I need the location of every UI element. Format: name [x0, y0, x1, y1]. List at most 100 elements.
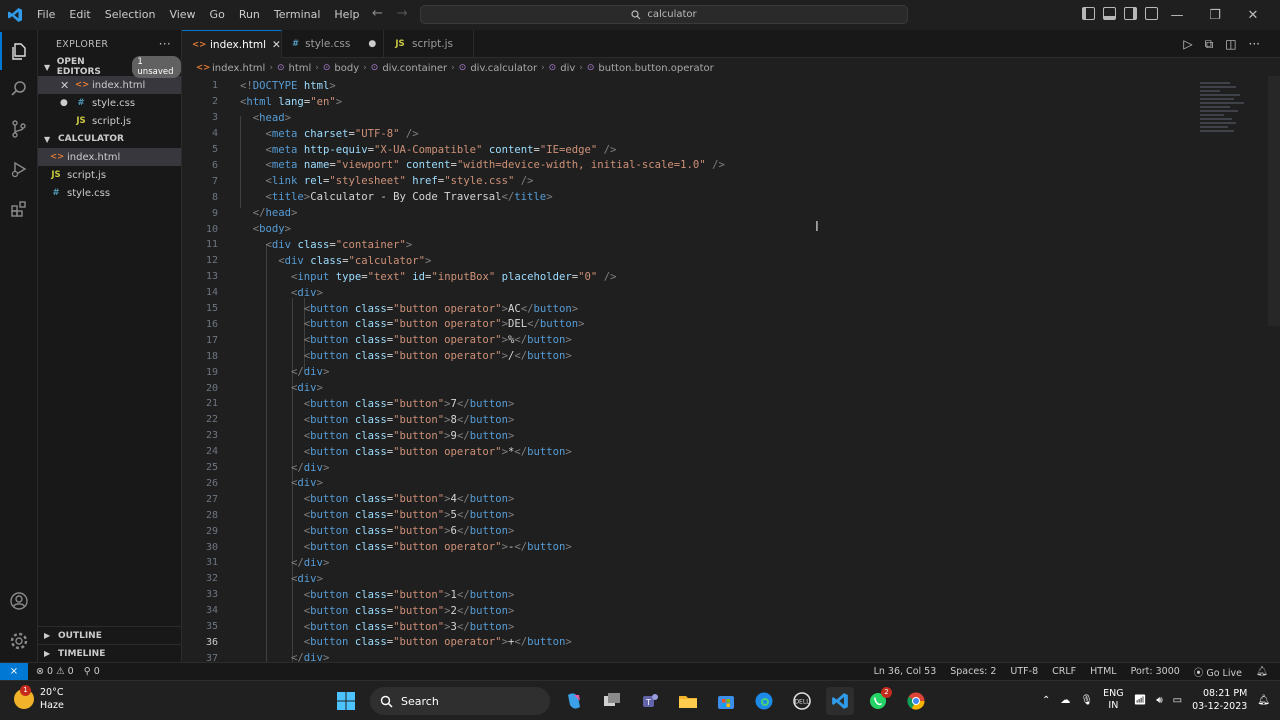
onedrive-cloud-icon[interactable]: ☁: [1060, 695, 1070, 706]
task-view-icon[interactable]: [598, 687, 626, 715]
code-line[interactable]: 23 <button class="button">9</button>: [182, 428, 1182, 444]
file-explorer-icon[interactable]: [674, 687, 702, 715]
notifications-bell-icon[interactable]: 🔔︎: [1256, 666, 1268, 677]
wifi-icon[interactable]: 📶︎: [1134, 695, 1147, 706]
code-line[interactable]: 5 <meta http-equiv="X-UA-Compatible" con…: [182, 142, 1182, 158]
code-line[interactable]: 6 <meta name="viewport" content="width=d…: [182, 158, 1182, 174]
chevron-up-icon[interactable]: ⌃: [1042, 695, 1050, 706]
breadcrumb-item[interactable]: div: [560, 63, 575, 74]
code-line[interactable]: 9 </head>: [182, 205, 1182, 221]
open-editor-script-js[interactable]: JS script.js: [38, 112, 181, 130]
code-line[interactable]: 2 <html lang="en">: [182, 94, 1182, 110]
code-line[interactable]: 29 <button class="button">6</button>: [182, 523, 1182, 539]
toggle-secondary-sidebar-icon[interactable]: [1124, 7, 1137, 20]
toggle-primary-sidebar-icon[interactable]: [1082, 7, 1095, 20]
language-indicator[interactable]: ENG IN: [1103, 688, 1123, 712]
code-line[interactable]: 37 </div>: [182, 650, 1182, 662]
chrome-icon[interactable]: [902, 687, 930, 715]
close-tab-icon[interactable]: ✕: [272, 39, 281, 51]
microsoft-store-icon[interactable]: [712, 687, 740, 715]
menu-selection[interactable]: Selection: [98, 0, 163, 30]
file-style-css[interactable]: # style.css: [38, 184, 181, 202]
code-line[interactable]: 33 <button class="button">1</button>: [182, 587, 1182, 603]
code-line[interactable]: 7 <link rel="stylesheet" href="style.css…: [182, 173, 1182, 189]
split-editor-icon[interactable]: ◫: [1225, 37, 1236, 52]
code-editor[interactable]: 1 <!DOCTYPE html> 2 <html lang="en"> 3 <head…: [182, 76, 1280, 662]
menu-terminal[interactable]: Terminal: [267, 0, 328, 30]
dell-icon[interactable]: DELL: [788, 687, 816, 715]
breadcrumb-item[interactable]: body: [334, 63, 359, 74]
search-view-icon[interactable]: [0, 70, 38, 108]
code-line[interactable]: 31 </div>: [182, 555, 1182, 571]
code-line[interactable]: 11 <div class="container">: [182, 237, 1182, 253]
code-line[interactable]: 22 <button class="button">8</button>: [182, 412, 1182, 428]
code-line[interactable]: 32 <div>: [182, 571, 1182, 587]
file-index-html[interactable]: <> index.html: [38, 148, 181, 166]
calculator-folder-section[interactable]: ▼ CALCULATOR: [38, 130, 181, 148]
code-line[interactable]: 15 <button class="button operator">AC</b…: [182, 301, 1182, 317]
teams-icon[interactable]: T: [636, 687, 664, 715]
code-line[interactable]: 1 <!DOCTYPE html>: [182, 78, 1182, 94]
code-line[interactable]: 30 <button class="button operator">-</bu…: [182, 539, 1182, 555]
open-editors-section[interactable]: ▼ OPEN EDITORS 1 unsaved: [38, 56, 181, 78]
menu-help[interactable]: Help: [327, 0, 366, 30]
code-line[interactable]: 28 <button class="button">5</button>: [182, 507, 1182, 523]
code-line[interactable]: 14 <div>: [182, 285, 1182, 301]
back-arrow-icon[interactable]: ←: [372, 6, 383, 21]
breadcrumb-item[interactable]: button.button.operator: [598, 63, 713, 74]
menu-run[interactable]: Run: [232, 0, 267, 30]
code-line[interactable]: 36 <button class="button operator">+</bu…: [182, 635, 1182, 651]
code-line[interactable]: 12 <div class="calculator">: [182, 253, 1182, 269]
code-line[interactable]: 34 <button class="button">2</button>: [182, 603, 1182, 619]
forward-arrow-icon[interactable]: →: [397, 6, 408, 21]
tab-style-css[interactable]: # style.css ●: [282, 30, 384, 58]
run-icon[interactable]: ▷: [1183, 37, 1192, 52]
edge-browser-icon[interactable]: [750, 687, 778, 715]
code-line[interactable]: 16 <button class="button operator">DEL</…: [182, 317, 1182, 333]
notification-center-icon[interactable]: 🔔︎: [1257, 695, 1270, 706]
minimize-button[interactable]: —: [1158, 8, 1196, 23]
remote-icon[interactable]: ⨯: [0, 662, 28, 681]
battery-icon[interactable]: ▭: [1173, 695, 1182, 706]
menu-go[interactable]: Go: [203, 0, 232, 30]
code-line[interactable]: 8 <title>Calculator - By Code Traversal<…: [182, 189, 1182, 205]
menu-file[interactable]: File: [30, 0, 62, 30]
code-line[interactable]: 18 <button class="button operator">/</bu…: [182, 348, 1182, 364]
command-center-search[interactable]: calculator: [420, 5, 908, 24]
file-script-js[interactable]: JS script.js: [38, 166, 181, 184]
copilot-icon[interactable]: [560, 687, 588, 715]
editor-scrollbar[interactable]: [1268, 76, 1280, 326]
customize-layout-icon[interactable]: [1145, 7, 1158, 20]
code-line[interactable]: 19 </div>: [182, 364, 1182, 380]
tab-index-html[interactable]: <> index.html ✕: [182, 30, 282, 58]
whatsapp-icon[interactable]: 2: [864, 687, 892, 715]
indentation[interactable]: Spaces: 2: [950, 666, 996, 677]
problems-indicator[interactable]: ⊗ 0 ⚠ 0: [36, 666, 74, 677]
open-preview-icon[interactable]: ⧉: [1205, 37, 1214, 52]
menu-edit[interactable]: Edit: [62, 0, 97, 30]
open-editor-index-html[interactable]: ✕ <> index.html: [38, 76, 181, 94]
encoding[interactable]: UTF-8: [1010, 666, 1038, 677]
clock[interactable]: 08:21 PM 03-12-2023: [1192, 687, 1247, 713]
close-window-button[interactable]: ✕: [1234, 8, 1272, 23]
port-indicator[interactable]: Port: 3000: [1131, 666, 1180, 677]
more-actions-icon[interactable]: ···: [159, 37, 171, 51]
code-line[interactable]: 26 <div>: [182, 476, 1182, 492]
ports-indicator[interactable]: ⚲ 0: [84, 666, 100, 677]
line-ending[interactable]: CRLF: [1052, 666, 1076, 677]
tab-script-js[interactable]: JS script.js: [384, 30, 474, 58]
run-debug-icon[interactable]: [0, 150, 38, 188]
unsaved-dot-icon[interactable]: ●: [368, 39, 376, 49]
language-mode[interactable]: HTML: [1090, 666, 1116, 677]
breadcrumb-item[interactable]: div.container: [382, 63, 447, 74]
code-line[interactable]: 21 <button class="button">7</button>: [182, 396, 1182, 412]
volume-icon[interactable]: 🔊︎: [1156, 695, 1162, 706]
open-editor-style-css[interactable]: ● # style.css: [38, 94, 181, 112]
code-line[interactable]: 35 <button class="button">3</button>: [182, 619, 1182, 635]
breadcrumb-item[interactable]: div.calculator: [470, 63, 537, 74]
code-line[interactable]: 13 <input type="text" id="inputBox" plac…: [182, 269, 1182, 285]
more-actions-icon[interactable]: ···: [1249, 37, 1260, 52]
code-line[interactable]: 20 <div>: [182, 380, 1182, 396]
windows-start-icon[interactable]: [332, 687, 360, 715]
breadcrumb-item[interactable]: html: [288, 63, 311, 74]
